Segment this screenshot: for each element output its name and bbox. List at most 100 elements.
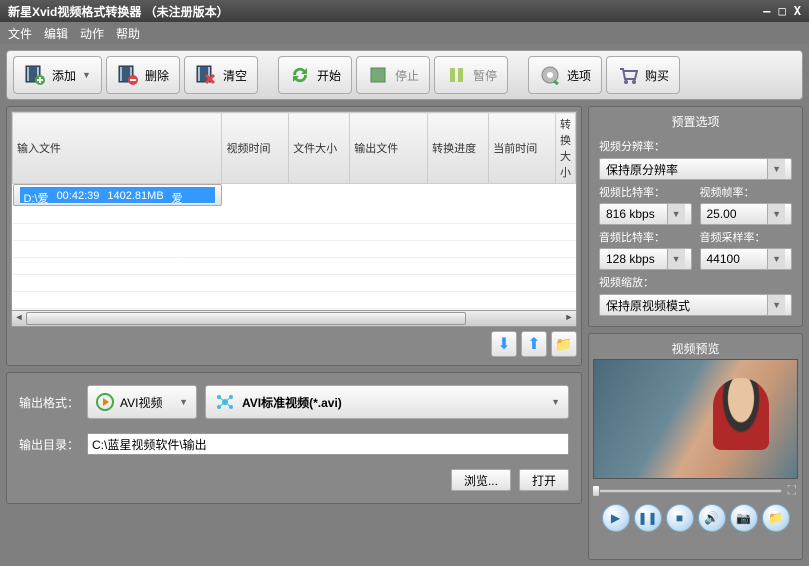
stop-label: 停止 <box>395 67 419 84</box>
chevron-down-icon: ▼ <box>767 159 785 179</box>
move-up-button[interactable]: ⬆ <box>521 331 547 357</box>
options-button[interactable]: 选项 <box>528 56 602 94</box>
player-controls: ▶ ❚❚ ■ 🔊 📷 📁 <box>593 502 798 534</box>
player-stop-button[interactable]: ■ <box>666 504 694 532</box>
format-label: 输出格式： <box>19 394 79 411</box>
arrow-down-icon: ⬇ <box>497 334 510 354</box>
preview-person <box>713 378 769 450</box>
expand-icon[interactable]: ⛶ <box>788 483 796 498</box>
gear-icon <box>539 64 561 86</box>
chevron-down-icon: ▼ <box>551 397 560 407</box>
codec-icon <box>214 391 236 413</box>
scroll-right-icon[interactable]: ► <box>562 311 576 326</box>
minimize-button[interactable]: — <box>763 4 770 18</box>
app-title: 新星Xvid视频格式转换器 （未注册版本） <box>8 3 229 20</box>
chevron-down-icon: ▼ <box>767 204 785 224</box>
speaker-icon: 🔊 <box>704 511 719 525</box>
col-progress[interactable]: 转换进度 <box>428 113 489 184</box>
abitrate-label: 音频比特率： <box>599 229 692 245</box>
player-pause-button[interactable]: ❚❚ <box>634 504 662 532</box>
col-convsize[interactable]: 转换大小 <box>556 113 576 184</box>
move-down-button[interactable]: ⬇ <box>491 331 517 357</box>
clear-button[interactable]: 清空 <box>184 56 258 94</box>
preset-title: 预置选项 <box>593 111 798 132</box>
open-folder-button[interactable]: 📁 <box>762 504 790 532</box>
maximize-button[interactable]: □ <box>779 4 786 18</box>
close-button[interactable]: X <box>794 4 801 18</box>
dir-label: 输出目录： <box>19 436 79 453</box>
camera-icon: 📷 <box>736 511 751 525</box>
vfps-label: 视频帧率： <box>700 184 793 200</box>
stop-icon: ■ <box>676 511 683 525</box>
col-curtime[interactable]: 当前时间 <box>489 113 556 184</box>
menu-help[interactable]: 帮助 <box>116 25 140 41</box>
col-input[interactable]: 输入文件 <box>13 113 222 184</box>
mute-button[interactable]: 🔊 <box>698 504 726 532</box>
pause-label: 暂停 <box>473 67 497 84</box>
play-button[interactable]: ▶ <box>602 504 630 532</box>
col-duration[interactable]: 视频时间 <box>222 113 289 184</box>
film-plus-icon <box>24 64 46 86</box>
arrow-up-icon: ⬆ <box>527 334 540 354</box>
folder-icon: 📁 <box>768 511 783 525</box>
chevron-down-icon: ▼ <box>179 397 188 407</box>
scroll-thumb[interactable] <box>26 312 466 325</box>
buy-label: 购买 <box>645 67 669 84</box>
asamplerate-select[interactable]: 44100▼ <box>700 248 793 270</box>
format-category-select[interactable]: AVI视频 ▼ <box>87 385 197 419</box>
preview-panel: 视频预览 ⛶ ▶ ❚❚ ■ 🔊 📷 📁 <box>588 333 803 560</box>
folder-button[interactable]: 📁 <box>551 331 577 357</box>
chevron-down-icon: ▼ <box>667 249 685 269</box>
buy-button[interactable]: 购买 <box>606 56 680 94</box>
table-row[interactable]: D:\爱情公... 00:42:39 1402.81MB 爱情公寓3... <box>13 184 222 206</box>
options-label: 选项 <box>567 67 591 84</box>
col-size[interactable]: 文件大小 <box>289 113 350 184</box>
vfps-select[interactable]: 25.00▼ <box>700 203 793 225</box>
add-label: 添加 <box>52 67 76 84</box>
chevron-down-icon: ▼ <box>82 70 91 80</box>
folder-icon: 📁 <box>555 336 572 353</box>
seek-slider[interactable] <box>595 489 782 493</box>
stop-button[interactable]: 停止 <box>356 56 430 94</box>
scale-select[interactable]: 保持原视频模式▼ <box>599 294 792 316</box>
resolution-select[interactable]: 保持原分辨率▼ <box>599 158 792 180</box>
window-controls: — □ X <box>763 4 801 18</box>
preview-title: 视频预览 <box>593 338 798 359</box>
play-icon <box>96 393 114 411</box>
start-button[interactable]: 开始 <box>278 56 352 94</box>
vbitrate-select[interactable]: 816 kbps▼ <box>599 203 692 225</box>
add-button[interactable]: 添加 ▼ <box>13 56 102 94</box>
play-icon: ▶ <box>611 511 620 525</box>
clear-label: 清空 <box>223 67 247 84</box>
asamplerate-label: 音频采样率： <box>700 229 793 245</box>
resolution-label: 视频分辨率： <box>599 138 792 154</box>
slider-thumb[interactable] <box>592 485 600 497</box>
open-button[interactable]: 打开 <box>519 469 569 491</box>
menubar: 文件 编辑 动作 帮助 <box>0 22 809 44</box>
menu-action[interactable]: 动作 <box>80 25 104 41</box>
abitrate-select[interactable]: 128 kbps▼ <box>599 248 692 270</box>
file-table[interactable]: 输入文件 视频时间 文件大小 输出文件 转换进度 当前时间 转换大小 D:\爱情… <box>11 111 577 311</box>
preset-panel: 预置选项 视频分辨率： 保持原分辨率▼ 视频比特率： 816 kbps▼ 视频帧… <box>588 106 803 327</box>
chevron-down-icon: ▼ <box>667 204 685 224</box>
menu-edit[interactable]: 编辑 <box>44 25 68 41</box>
titlebar: 新星Xvid视频格式转换器 （未注册版本） — □ X <box>0 0 809 22</box>
pause-button[interactable]: 暂停 <box>434 56 508 94</box>
col-output[interactable]: 输出文件 <box>350 113 428 184</box>
video-preview[interactable] <box>593 359 798 479</box>
format-codec-select[interactable]: AVI标准视频(*.avi) ▼ <box>205 385 569 419</box>
cart-icon <box>617 64 639 86</box>
snapshot-button[interactable]: 📷 <box>730 504 758 532</box>
file-table-panel: 输入文件 视频时间 文件大小 输出文件 转换进度 当前时间 转换大小 D:\爱情… <box>6 106 582 366</box>
horizontal-scrollbar[interactable]: ◄ ► <box>11 311 577 327</box>
film-x-icon <box>195 64 217 86</box>
chevron-down-icon: ▼ <box>767 249 785 269</box>
menu-file[interactable]: 文件 <box>8 25 32 41</box>
output-dir-input[interactable] <box>87 433 569 455</box>
delete-button[interactable]: 删除 <box>106 56 180 94</box>
scroll-left-icon[interactable]: ◄ <box>12 311 26 326</box>
start-label: 开始 <box>317 67 341 84</box>
film-minus-icon <box>117 64 139 86</box>
refresh-icon <box>289 64 311 86</box>
browse-button[interactable]: 浏览... <box>451 469 511 491</box>
